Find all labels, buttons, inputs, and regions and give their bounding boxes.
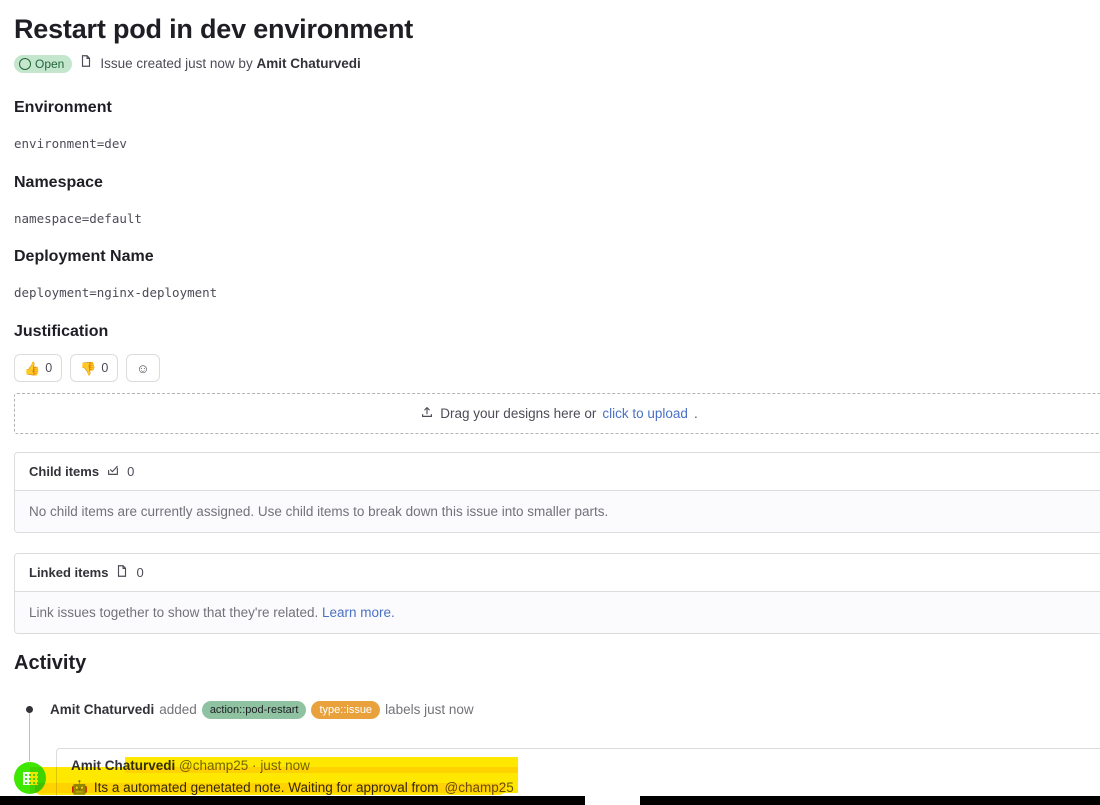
thumbs-up-reaction-button[interactable]: 👍 0 (14, 354, 63, 382)
linked-items-empty-text: Link issues together to show that they'r… (29, 605, 319, 620)
linked-items-count: 0 (136, 565, 144, 580)
comment-author[interactable]: Amit Chaturvedi (71, 758, 175, 773)
section-heading-namespace: Namespace (14, 174, 103, 191)
activity-heading: Activity (14, 652, 87, 674)
section-heading-environment: Environment (14, 99, 112, 116)
section-value-deployment-name: deployment=nginx-deployment (14, 285, 218, 300)
comment-body: 🤖 Its a automated genetated note. Waitin… (71, 778, 514, 797)
meta-prefix: Issue created just now by (100, 55, 253, 71)
section-heading-justification: Justification (14, 323, 109, 340)
timeline-dot (26, 706, 33, 713)
avatar-identicon-icon (22, 771, 38, 785)
learn-more-link[interactable]: Learn more. (322, 605, 395, 620)
user-avatar[interactable] (14, 762, 46, 794)
click-to-upload-link[interactable]: click to upload (602, 406, 688, 421)
thumbs-up-count: 0 (45, 361, 53, 375)
comment-separator: · (252, 758, 257, 773)
child-items-title: Child items (29, 464, 100, 479)
smiley-icon: ☺ (136, 360, 150, 376)
comment-text: Its a automated genetated note. Waiting … (93, 780, 439, 795)
file-dropzone[interactable]: Drag your designs here or click to uploa… (14, 393, 1100, 434)
section-value-namespace: namespace=default (14, 211, 142, 226)
thumbs-down-icon: 👎 (80, 360, 97, 376)
section-heading-deployment-name: Deployment Name (14, 248, 154, 265)
activity-event-label-added: Amit Chaturvedi added action::pod-restar… (50, 701, 474, 719)
label-type-issue[interactable]: type::issue (311, 701, 381, 719)
reaction-bar: 👍 0 👎 0 ☺ (14, 354, 160, 382)
status-badge[interactable]: Open (14, 54, 73, 73)
linked-items-title: Linked items (29, 565, 109, 580)
status-badge-label: Open (35, 56, 65, 71)
thumbs-down-reaction-button[interactable]: 👎 0 (70, 354, 119, 382)
activity-suffix: labels just now (385, 702, 474, 717)
linked-items-empty-state: Link issues together to show that they'r… (15, 592, 1100, 633)
issue-author[interactable]: Amit Chaturvedi (256, 56, 360, 71)
issue-created-text: Issue created just now by Amit Chaturved… (100, 55, 360, 73)
robot-icon: 🤖 (71, 780, 88, 795)
task-done-icon (106, 463, 120, 480)
bottom-bar-notch (585, 791, 640, 805)
section-value-environment: environment=dev (14, 136, 127, 151)
comment-timestamp: just now (260, 758, 310, 773)
comment-mention[interactable]: @champ25 (445, 778, 514, 797)
child-items-count: 0 (127, 464, 135, 479)
thumbs-up-icon: 👍 (24, 360, 41, 376)
dropzone-suffix: . (693, 406, 698, 421)
dropzone-text: Drag your designs here or (440, 406, 597, 421)
timeline-line (29, 713, 30, 761)
issue-icon (115, 564, 129, 581)
child-items-header: Child items 0 (15, 453, 1100, 491)
linked-items-card: Linked items 0 Link issues together to s… (14, 553, 1100, 634)
activity-actor[interactable]: Amit Chaturvedi (50, 701, 154, 719)
label-action-pod-restart[interactable]: action::pod-restart (201, 701, 307, 719)
comment-header: Amit Chaturvedi @champ25 · just now (71, 757, 310, 775)
thumbs-down-count: 0 (101, 361, 109, 375)
issue-meta-row: Open Issue created just now by Amit Chat… (14, 54, 361, 73)
activity-verb: added (159, 702, 197, 717)
linked-items-header: Linked items 0 (15, 554, 1100, 592)
child-items-empty-state: No child items are currently assigned. U… (15, 491, 1100, 532)
page-title: Restart pod in dev environment (14, 14, 414, 44)
open-circle-icon (19, 57, 31, 70)
bottom-black-bar (0, 796, 1100, 805)
upload-icon (420, 405, 434, 422)
issue-icon (79, 54, 93, 73)
child-items-card: Child items 0 No child items are current… (14, 452, 1100, 533)
issue-page: Restart pod in dev environment Open Issu… (0, 0, 1100, 805)
comment-handle[interactable]: @champ25 (179, 758, 248, 773)
add-reaction-button[interactable]: ☺ (126, 354, 160, 382)
